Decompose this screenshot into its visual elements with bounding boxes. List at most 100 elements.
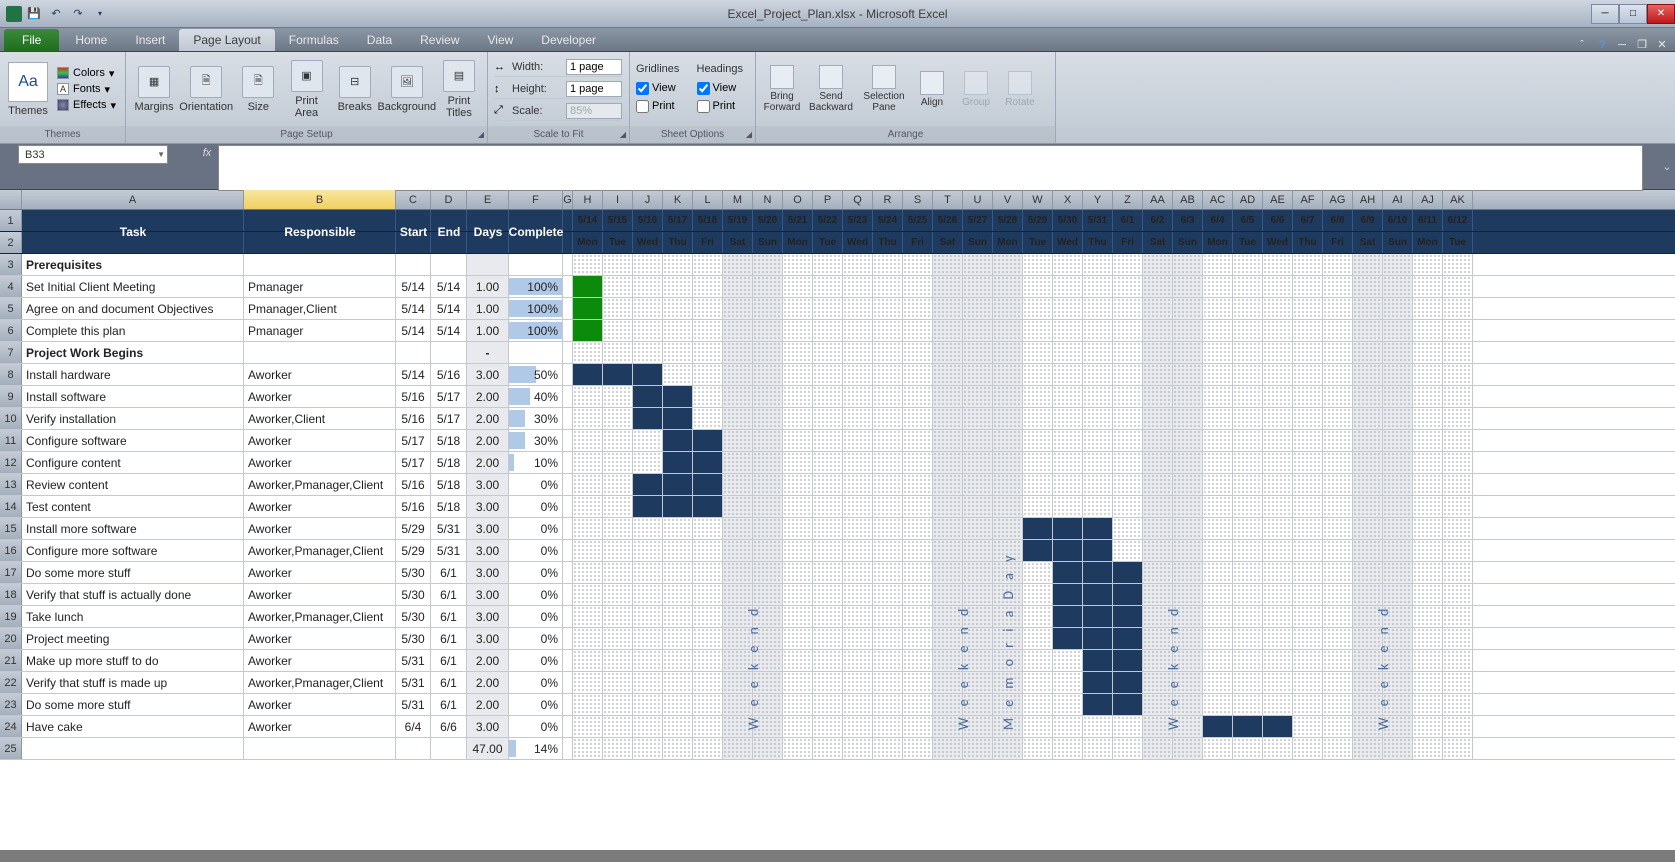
cell[interactable] [633,738,663,759]
cell[interactable]: 5/21 [783,210,813,231]
cell[interactable] [843,716,873,737]
cell[interactable] [1203,584,1233,605]
cell[interactable]: Install software [22,386,244,407]
cell[interactable] [783,716,813,737]
cell[interactable]: 6/9 [1353,210,1383,231]
cell[interactable] [813,606,843,627]
cell[interactable]: 1.00 [467,298,509,319]
cell[interactable] [1203,562,1233,583]
cell[interactable] [1203,276,1233,297]
cell[interactable] [1083,518,1113,539]
cell[interactable] [22,738,244,759]
tab-view[interactable]: View [474,29,528,51]
cell[interactable] [563,518,573,539]
cell[interactable]: 5/30 [396,562,431,583]
cell[interactable] [1023,518,1053,539]
cell[interactable] [563,320,573,341]
doc-minimize-icon[interactable]: ─ [1615,39,1629,51]
cell[interactable] [873,254,903,275]
cell[interactable] [1053,474,1083,495]
cell[interactable] [783,650,813,671]
cell[interactable]: Prerequisites [22,254,244,275]
cell[interactable]: 6/1 [431,694,467,715]
cell[interactable] [573,342,603,363]
row-header[interactable]: 20 [0,628,22,649]
cell[interactable] [813,628,843,649]
cell[interactable]: 5/31 [396,650,431,671]
cell[interactable]: 30% [509,408,563,429]
cell[interactable] [1293,738,1323,759]
cell[interactable]: Aworker [244,496,396,517]
cell[interactable] [1113,562,1143,583]
col-header-M[interactable]: M [723,190,753,209]
cell[interactable] [1023,320,1053,341]
cell[interactable]: 6/8 [1323,210,1353,231]
cell[interactable] [1233,716,1263,737]
cell[interactable] [633,694,663,715]
cell[interactable]: 3.00 [467,518,509,539]
cell[interactable] [873,628,903,649]
cell[interactable] [1413,386,1443,407]
cell[interactable] [603,496,633,517]
cell[interactable] [903,628,933,649]
cell[interactable] [1263,518,1293,539]
cell[interactable] [1323,452,1353,473]
cell[interactable] [633,254,663,275]
cell[interactable]: 6/1 [431,606,467,627]
cell[interactable] [633,628,663,649]
cell[interactable] [573,452,603,473]
cell[interactable] [603,474,633,495]
cell[interactable]: Project Work Begins [22,342,244,363]
cell[interactable]: Pmanager,Client [244,298,396,319]
cell[interactable]: Fri [1323,232,1353,253]
cell[interactable]: Sat [723,232,753,253]
cell[interactable] [783,628,813,649]
cell[interactable] [1293,672,1323,693]
row-header[interactable]: 19 [0,606,22,627]
cell[interactable]: Project meeting [22,628,244,649]
cell[interactable] [431,232,467,253]
row-header[interactable]: 1 [0,210,22,231]
cell[interactable] [1263,540,1293,561]
col-header-AG[interactable]: AG [1323,190,1353,209]
page-setup-dialog-icon[interactable]: ◢ [478,130,484,139]
cell[interactable]: 5/31 [396,694,431,715]
cell[interactable]: 5/30 [396,628,431,649]
gridlines-view-checkbox[interactable]: View [636,79,689,97]
cell[interactable] [993,738,1023,759]
cell[interactable]: 5/26 [933,210,963,231]
cell[interactable]: 100% [509,276,563,297]
cell[interactable] [1323,584,1353,605]
cell[interactable] [1413,474,1443,495]
cell[interactable] [873,320,903,341]
cell[interactable] [1413,716,1443,737]
cell[interactable] [693,364,723,385]
row-header[interactable]: 7 [0,342,22,363]
cell[interactable]: 6/11 [1413,210,1443,231]
row-header[interactable]: 13 [0,474,22,495]
cell[interactable] [1203,452,1233,473]
cell[interactable] [431,210,467,231]
cell[interactable] [1443,254,1473,275]
cell[interactable] [563,672,573,693]
cell[interactable] [843,430,873,451]
cell[interactable] [603,276,633,297]
cell[interactable]: 5/25 [903,210,933,231]
cell[interactable] [1203,716,1233,737]
cell[interactable] [1083,650,1113,671]
cell[interactable] [1323,474,1353,495]
cell[interactable] [633,430,663,451]
cell[interactable]: Aworker [244,364,396,385]
cell[interactable] [1413,584,1443,605]
cell[interactable]: 5/16 [396,474,431,495]
cell[interactable]: 3.00 [467,364,509,385]
cell[interactable] [873,562,903,583]
cell[interactable] [1293,716,1323,737]
cell[interactable] [1443,364,1473,385]
cell[interactable]: 5/15 [603,210,633,231]
cell[interactable]: 5/28 [993,210,1023,231]
cell[interactable]: Mon [1203,232,1233,253]
cell[interactable]: 47.00 [467,738,509,759]
cell[interactable] [873,276,903,297]
cell[interactable]: Verify installation [22,408,244,429]
